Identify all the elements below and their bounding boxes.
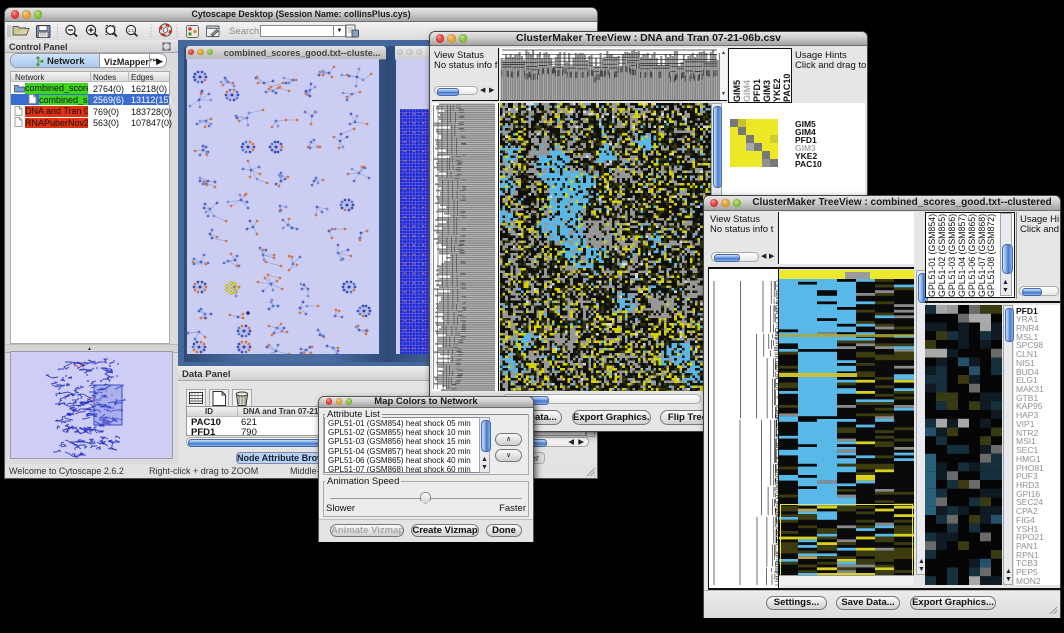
svg-text:1:1: 1:1 <box>128 28 135 33</box>
